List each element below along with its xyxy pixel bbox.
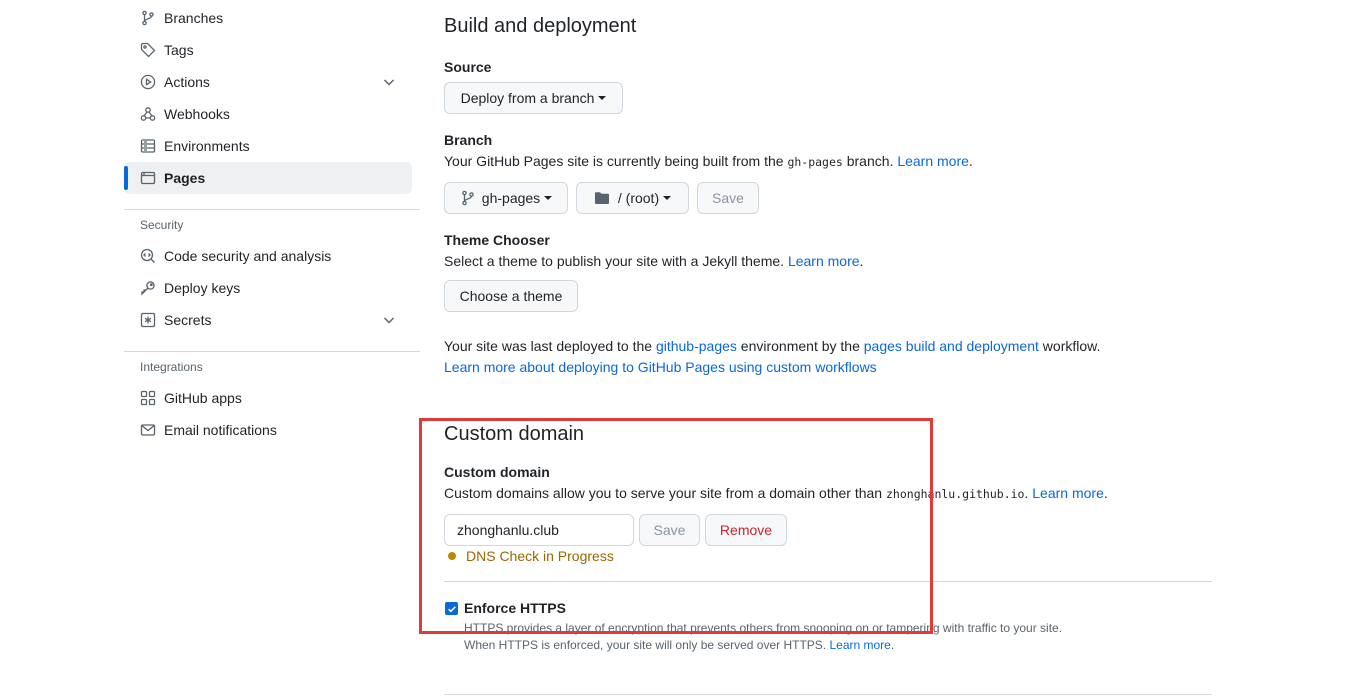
branch-dropdown[interactable]: gh-pages bbox=[444, 182, 568, 214]
https-note-1: HTTPS provides a layer of encryption tha… bbox=[464, 621, 1063, 635]
theme-description: Select a theme to publish your site with… bbox=[444, 253, 863, 269]
sidebar-item-label: Secrets bbox=[164, 312, 212, 328]
sidebar-item-branches[interactable]: Branches bbox=[124, 2, 412, 34]
sidebar-item-label: Branches bbox=[164, 10, 224, 26]
branch-learn-more-link[interactable]: Learn more bbox=[897, 153, 969, 169]
branch-dropdown-value: gh-pages bbox=[481, 190, 541, 206]
theme-desc-text: Select a theme to publish your site with… bbox=[444, 253, 785, 269]
section-divider-bottom bbox=[444, 694, 1212, 695]
sidebar-group-integrations: Integrations bbox=[140, 360, 203, 374]
custom-domain-remove-button[interactable]: Remove bbox=[705, 514, 787, 546]
git-branch-icon bbox=[140, 10, 156, 26]
dns-check-status-text: DNS Check in Progress bbox=[466, 548, 614, 564]
section-title-build: Build and deployment bbox=[444, 15, 637, 37]
enforce-https-label[interactable]: Enforce HTTPS bbox=[464, 600, 566, 616]
branch-desc-text-end: branch. bbox=[846, 153, 894, 169]
https-note-2-text: When HTTPS is enforced, your site will o… bbox=[464, 638, 827, 652]
branch-save-button[interactable]: Save bbox=[697, 182, 759, 214]
chevron-down-icon[interactable] bbox=[382, 313, 396, 327]
sidebar-item-webhooks[interactable]: Webhooks bbox=[124, 98, 412, 130]
theme-chooser-label: Theme Chooser bbox=[444, 232, 550, 248]
workflow-link[interactable]: pages build and deployment bbox=[864, 338, 1039, 354]
source-dropdown[interactable]: Deploy from a branch bbox=[444, 82, 623, 114]
sidebar-item-secrets[interactable]: Secrets bbox=[124, 304, 412, 336]
theme-learn-more-link[interactable]: Learn more bbox=[788, 253, 860, 269]
caret-down-icon bbox=[663, 196, 672, 200]
sidebar-item-label: Actions bbox=[164, 74, 210, 90]
sidebar-item-email-notifications[interactable]: Email notifications bbox=[124, 414, 412, 446]
enforce-https-checkbox[interactable] bbox=[445, 602, 458, 615]
mail-icon bbox=[140, 422, 156, 438]
period: . bbox=[968, 153, 973, 169]
sidebar-item-actions[interactable]: Actions bbox=[124, 66, 412, 98]
sidebar-item-label: Deploy keys bbox=[164, 280, 241, 296]
sidebar-item-label: Webhooks bbox=[164, 106, 230, 122]
checkmark-icon bbox=[447, 605, 456, 612]
folder-dropdown-value: / (root) bbox=[617, 190, 660, 206]
section-divider bbox=[444, 581, 1212, 582]
play-icon bbox=[140, 74, 156, 90]
choose-theme-button[interactable]: Choose a theme bbox=[444, 280, 578, 312]
https-learn-more-link[interactable]: Learn more. bbox=[829, 638, 894, 652]
status-dot-icon bbox=[448, 552, 456, 560]
github-pages-env-link[interactable]: github-pages bbox=[656, 338, 737, 354]
codescan-icon bbox=[140, 248, 156, 264]
branch-label: Branch bbox=[444, 132, 493, 148]
custom-workflows-link[interactable]: Learn more about deploying to GitHub Pag… bbox=[444, 359, 877, 375]
custom-domain-save-button[interactable]: Save bbox=[639, 514, 700, 546]
github-io-domain-code: zhonghanlu.github.io bbox=[886, 487, 1025, 501]
source-dropdown-value: Deploy from a branch bbox=[460, 90, 595, 106]
period: . bbox=[859, 253, 864, 269]
key-icon bbox=[140, 280, 156, 296]
folder-dropdown[interactable]: / (root) bbox=[576, 182, 689, 214]
branch-description: Your GitHub Pages site is currently bein… bbox=[444, 153, 973, 169]
sidebar-item-label: Pages bbox=[164, 170, 206, 186]
sidebar-item-environments[interactable]: Environments bbox=[124, 130, 412, 162]
deployed-text: Your site was last deployed to the bbox=[444, 338, 653, 354]
webhook-icon bbox=[140, 106, 156, 122]
period: . bbox=[1103, 485, 1108, 501]
browser-icon bbox=[140, 170, 156, 186]
custom-domain-learn-more-link[interactable]: Learn more bbox=[1032, 485, 1104, 501]
caret-down-icon bbox=[598, 96, 607, 100]
sidebar-item-tags[interactable]: Tags bbox=[124, 34, 412, 66]
apps-icon bbox=[140, 390, 156, 406]
period: . bbox=[1024, 485, 1029, 501]
deployed-text-mid: environment by the bbox=[740, 338, 860, 354]
section-title-custom-domain: Custom domain bbox=[444, 423, 585, 445]
custom-domain-input[interactable] bbox=[444, 514, 634, 546]
deployment-info: Your site was last deployed to the githu… bbox=[444, 338, 1100, 354]
sidebar-item-label: Code security and analysis bbox=[164, 248, 332, 264]
dns-check-status: DNS Check in Progress bbox=[448, 548, 614, 564]
sidebar-item-label: GitHub apps bbox=[164, 390, 242, 406]
source-label: Source bbox=[444, 59, 492, 75]
sidebar-group-security: Security bbox=[140, 218, 184, 232]
key-asterisk-icon bbox=[140, 312, 156, 328]
deployed-text-end: workflow. bbox=[1042, 338, 1101, 354]
sidebar-item-label: Environments bbox=[164, 138, 250, 154]
custom-domain-description: Custom domains allow you to serve your s… bbox=[444, 485, 1108, 501]
sidebar-item-label: Tags bbox=[164, 42, 194, 58]
custom-domain-desc-text: Custom domains allow you to serve your s… bbox=[444, 485, 883, 501]
server-icon bbox=[140, 138, 156, 154]
branch-code: gh-pages bbox=[787, 155, 843, 169]
caret-down-icon bbox=[544, 196, 553, 200]
sidebar-item-label: Email notifications bbox=[164, 422, 277, 438]
sidebar-item-code-security[interactable]: Code security and analysis bbox=[124, 240, 412, 272]
sidebar-item-github-apps[interactable]: GitHub apps bbox=[124, 382, 412, 414]
folder-icon bbox=[594, 190, 610, 206]
sidebar-item-pages[interactable]: Pages bbox=[124, 162, 412, 194]
branch-desc-text: Your GitHub Pages site is currently bein… bbox=[444, 153, 784, 169]
tag-icon bbox=[140, 42, 156, 58]
sidebar-item-deploy-keys[interactable]: Deploy keys bbox=[124, 272, 412, 304]
custom-domain-label: Custom domain bbox=[444, 464, 550, 480]
https-note-2: When HTTPS is enforced, your site will o… bbox=[464, 638, 894, 652]
chevron-down-icon[interactable] bbox=[382, 75, 396, 89]
git-branch-icon bbox=[460, 190, 476, 206]
